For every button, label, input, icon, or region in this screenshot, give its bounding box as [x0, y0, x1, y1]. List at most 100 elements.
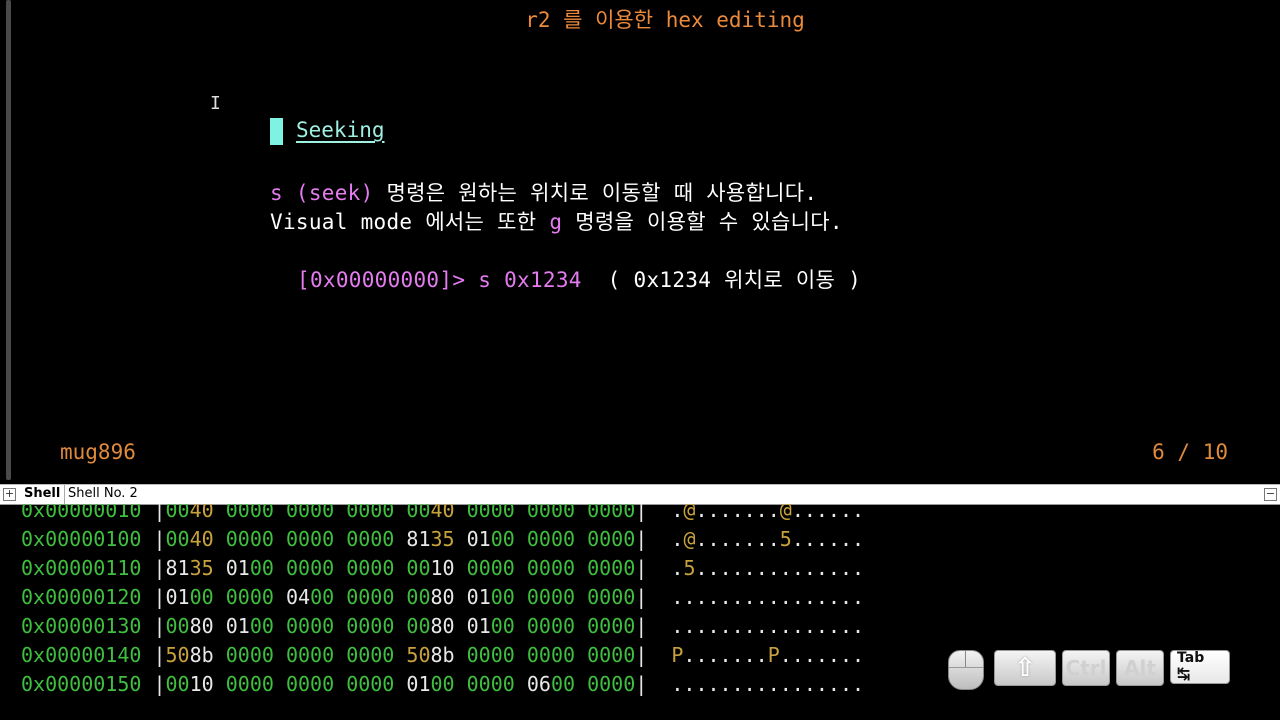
- hex-byte: 0000: [526, 614, 576, 638]
- presentation-pane: r2 를 이용한 hex editing I Seeking s (seek) …: [0, 0, 1280, 484]
- hex-ascii: .......: [683, 643, 768, 667]
- hex-address: 0x00000100: [21, 527, 142, 551]
- hex-byte: 50: [165, 643, 190, 667]
- hex-ascii: 5: [779, 527, 792, 551]
- hex-byte: 01: [225, 614, 250, 638]
- hex-byte: 00: [249, 614, 274, 638]
- hex-address: 0x00000130: [21, 614, 142, 638]
- hex-address: 0x00000010: [21, 504, 142, 522]
- hex-byte: 01: [466, 614, 491, 638]
- hex-byte: 0000: [526, 585, 576, 609]
- hex-byte: 0000: [466, 643, 515, 667]
- g-command: g: [549, 210, 563, 234]
- hex-ascii: P: [767, 643, 780, 667]
- hex-separator: |: [141, 504, 166, 522]
- hex-byte: 8b: [430, 643, 455, 667]
- hex-byte: 00: [165, 614, 190, 638]
- hex-separator: |: [635, 585, 672, 609]
- hex-byte: 0000: [225, 672, 274, 696]
- new-tab-button[interactable]: +: [3, 488, 16, 501]
- hex-byte: 00: [490, 585, 515, 609]
- hex-byte: 01: [466, 585, 491, 609]
- hex-byte: 0000: [587, 527, 636, 551]
- hex-byte: 00: [165, 527, 190, 551]
- hex-byte: 0000: [526, 643, 576, 667]
- shift-key-icon: ⇧: [994, 650, 1056, 686]
- example-command: [0x00000000]> s 0x1234 ( 0x1234 위치로 이동 ): [297, 264, 861, 294]
- hex-byte: 81: [165, 556, 190, 580]
- hex-byte: 50: [406, 643, 431, 667]
- hex-ascii: .: [671, 527, 684, 551]
- minimize-button[interactable]: −: [1264, 488, 1277, 501]
- tab-shell[interactable]: Shell: [20, 485, 66, 504]
- tab-glyph-icon: ↹: [1177, 664, 1191, 683]
- hex-byte: 0000: [466, 672, 515, 696]
- hex-byte: 80: [189, 614, 214, 638]
- hex-byte: 0000: [285, 643, 335, 667]
- ctrl-key: Ctrl: [1062, 650, 1110, 686]
- hex-byte: 00: [550, 672, 576, 696]
- hex-byte: 80: [430, 585, 455, 609]
- hex-separator: |: [635, 504, 672, 522]
- hex-byte: 0000: [346, 504, 395, 522]
- hex-byte: 01: [466, 527, 491, 551]
- hex-byte: 0000: [346, 527, 395, 551]
- seek-command: s (seek): [270, 181, 374, 205]
- hex-byte: 00: [406, 585, 431, 609]
- scrollbar[interactable]: [6, 0, 11, 480]
- hex-separator: |: [141, 614, 166, 638]
- hex-separator: |: [141, 585, 166, 609]
- text-cursor-icon: I: [210, 93, 221, 114]
- hex-ascii: ................: [671, 672, 865, 696]
- tab-shell-no-2[interactable]: Shell No. 2: [64, 485, 142, 504]
- hex-ascii: ......: [791, 527, 865, 551]
- hex-byte: 00: [165, 504, 190, 522]
- author-name: mug896: [60, 440, 136, 464]
- hex-separator: |: [635, 527, 672, 551]
- slide-title: r2 를 이용한 hex editing: [525, 8, 805, 32]
- hexdump-row: 0x00000150 |0010 0000 0000 0000 0100 000…: [21, 672, 864, 696]
- hex-byte: 00: [406, 556, 431, 580]
- hex-address: 0x00000150: [21, 672, 142, 696]
- hex-byte: 0000: [346, 643, 395, 667]
- hex-byte: 0000: [526, 556, 576, 580]
- hex-ascii: @: [683, 527, 696, 551]
- hex-byte: 00: [490, 614, 515, 638]
- hex-byte: 40: [430, 504, 455, 522]
- hex-byte: 0000: [587, 585, 636, 609]
- hex-address: 0x00000140: [21, 643, 142, 667]
- hex-byte: 0000: [285, 672, 335, 696]
- hex-byte: 0000: [526, 527, 576, 551]
- hex-byte: 10: [430, 556, 455, 580]
- terminal-tab-bar: + Shell Shell No. 2 −: [0, 484, 1280, 505]
- hex-byte: 0000: [285, 504, 335, 522]
- hex-byte: 0000: [285, 527, 335, 551]
- hex-byte: 8b: [189, 643, 214, 667]
- hex-address: 0x00000120: [21, 585, 142, 609]
- hex-ascii: @: [683, 504, 696, 522]
- hex-byte: 0000: [346, 672, 395, 696]
- hex-byte: 35: [430, 527, 455, 551]
- hex-byte: 04: [285, 585, 311, 609]
- hex-byte: 0000: [466, 504, 515, 522]
- hex-byte: 40: [189, 504, 214, 522]
- hex-separator: |: [635, 672, 672, 696]
- hex-byte: 0000: [225, 527, 274, 551]
- hex-byte: 40: [189, 527, 214, 551]
- hex-separator: |: [635, 643, 672, 667]
- tab-key: Tab ↹: [1170, 650, 1230, 684]
- hex-ascii: .......: [695, 527, 780, 551]
- hex-address: 0x00000110: [21, 556, 142, 580]
- hex-byte: 0000: [346, 585, 395, 609]
- hex-byte: 01: [406, 672, 431, 696]
- hex-byte: 00: [490, 527, 515, 551]
- hex-ascii: P: [671, 643, 684, 667]
- hex-byte: 0000: [587, 672, 636, 696]
- hex-byte: 0000: [587, 643, 636, 667]
- hex-ascii: .: [671, 556, 684, 580]
- mouse-icon: [948, 650, 984, 690]
- hex-byte: 0000: [285, 556, 335, 580]
- hex-ascii: @: [779, 504, 792, 522]
- hex-separator: |: [635, 556, 672, 580]
- hex-byte: 10: [189, 672, 214, 696]
